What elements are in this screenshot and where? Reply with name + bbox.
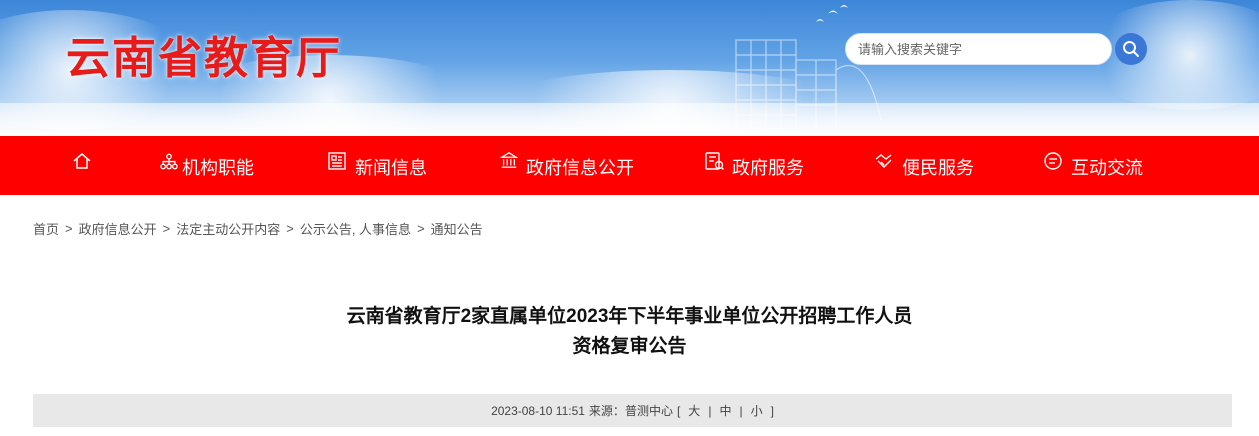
bracket-open: [ [676, 403, 681, 418]
banner-strip [0, 103, 1259, 133]
search-icon [1123, 41, 1139, 57]
font-size-large-button[interactable]: 大 [688, 402, 700, 419]
article-title-line2: 资格复审公告 [572, 336, 687, 357]
nav-label: 政府服务 [732, 158, 804, 178]
site-title[interactable]: 云南省教育厅 [66, 22, 342, 86]
home-icon [73, 153, 91, 169]
font-size-small-button[interactable]: 小 [751, 402, 763, 419]
article-title-line1: 云南省教育厅2家直属单位2023年下半年事业单位公开招聘工作人员 [346, 306, 913, 327]
birds-decoration [812, 2, 852, 35]
nav-item-interaction[interactable]: 互动交流 [1043, 136, 1143, 195]
nav-item-org[interactable]: 机构职能 [160, 136, 254, 195]
breadcrumb: 首页 > 政府信息公开 > 法定主动公开内容 > 公示公告, 人事信息 > 通知… [33, 219, 483, 238]
bracket-close: ] [770, 403, 774, 418]
source-label: 来源： [588, 404, 625, 418]
header-banner: 云南省教育厅 [0, 0, 1259, 133]
breadcrumb-separator: > [65, 221, 73, 236]
nav-label: 机构职能 [182, 158, 254, 178]
breadcrumb-separator: > [162, 221, 171, 236]
government-building-icon [500, 152, 518, 168]
font-size-medium-button[interactable]: 中 [719, 402, 731, 419]
nav-label: 便民服务 [902, 158, 974, 178]
nav-item-news[interactable]: 新闻信息 [327, 136, 427, 195]
breadcrumb-link-home[interactable]: 首页 [33, 219, 59, 238]
newspaper-icon [328, 152, 346, 170]
breadcrumb-link-announcements[interactable]: 通知公告 [431, 219, 483, 238]
breadcrumb-separator: > [286, 221, 294, 236]
main-nav: 机构职能 新闻信息 政府信息公开 政府服务 便民服务 互动交流 [0, 136, 1259, 195]
font-size-divider: | [739, 403, 743, 418]
chat-icon [1044, 152, 1062, 170]
org-chart-icon [160, 153, 178, 170]
nav-label: 互动交流 [1071, 158, 1143, 178]
search-button[interactable] [1115, 33, 1147, 65]
breadcrumb-link-notices-personnel[interactable]: 公示公告, 人事信息 [300, 219, 411, 238]
source-name: 普测中心 [624, 404, 673, 418]
breadcrumb-link-statutory[interactable]: 法定主动公开内容 [176, 219, 280, 238]
breadcrumb-separator: > [417, 221, 425, 236]
nav-item-gov-info[interactable]: 政府信息公开 [500, 136, 634, 195]
breadcrumb-link-gov-info[interactable]: 政府信息公开 [79, 219, 157, 238]
article-meta-bar: 2023-08-10 11:51 来源： 普测中心 [ 大 | 中 | 小 ] [33, 394, 1232, 427]
search-input[interactable] [858, 41, 1098, 57]
handshake-icon [875, 154, 892, 168]
nav-item-public-service[interactable]: 便民服务 [874, 136, 974, 195]
search-field[interactable] [845, 33, 1112, 65]
nav-item-gov-service[interactable]: 政府服务 [704, 136, 804, 195]
font-size-divider: | [708, 403, 712, 418]
nav-label: 新闻信息 [355, 158, 427, 178]
building-illustration [735, 39, 882, 130]
service-icon [705, 152, 724, 170]
article-title: 云南省教育厅2家直属单位2023年下半年事业单位公开招聘工作人员 资格复审公告 [0, 302, 1259, 362]
nav-label: 政府信息公开 [526, 158, 634, 178]
publish-datetime: 2023-08-10 11:51 [491, 403, 585, 418]
